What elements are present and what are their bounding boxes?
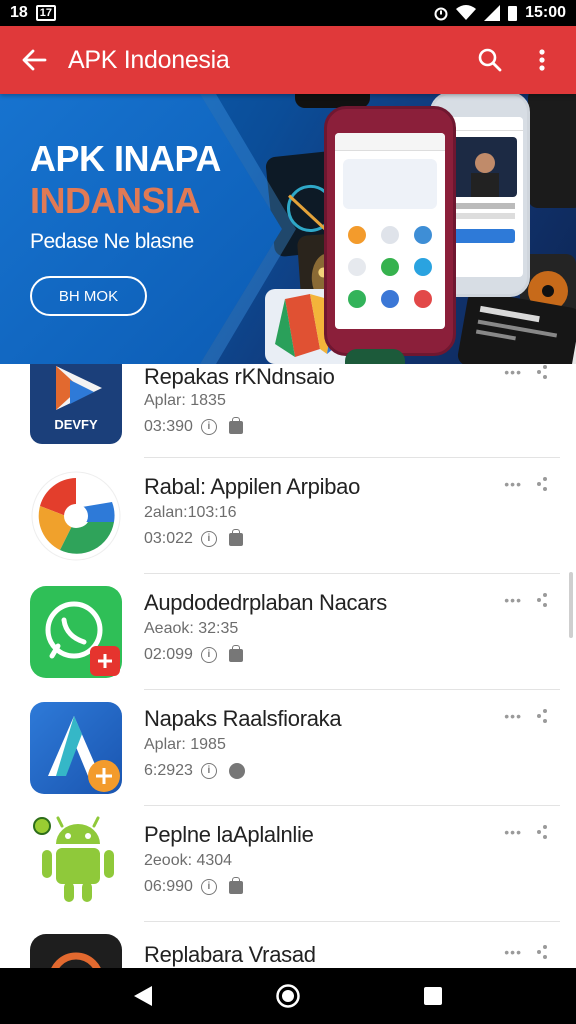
more-options-button[interactable]: [516, 26, 568, 94]
recents-square-icon: [424, 987, 443, 1005]
search-button[interactable]: [464, 26, 516, 94]
battery-icon: [508, 5, 518, 21]
row-actions[interactable]: •••: [504, 708, 548, 724]
app-row[interactable]: Replabara Vrasad •••: [0, 922, 576, 968]
share-icon[interactable]: [536, 708, 548, 724]
app-title: Repakas rKNdnsaio: [144, 364, 335, 389]
shopping-bag-icon: [228, 528, 243, 546]
share-icon[interactable]: [536, 944, 548, 960]
row-actions[interactable]: •••: [504, 592, 548, 608]
back-button[interactable]: [0, 26, 68, 94]
more-dots-icon[interactable]: •••: [504, 364, 522, 380]
share-icon[interactable]: [536, 364, 548, 380]
app-icon-label: DEVFY: [54, 417, 98, 432]
google-like-g-icon: [30, 470, 122, 562]
wifi-icon: [456, 5, 477, 21]
more-vert-icon: [539, 49, 545, 71]
banner-tile-right-top: [528, 94, 576, 208]
dark-app-icon: [30, 934, 122, 968]
page-title: APK Indonesia: [68, 45, 230, 74]
info-icon: i: [200, 763, 217, 779]
app-title: Peplne laAplalnlie: [144, 822, 314, 847]
app-subtitle: Aplar: 1835: [144, 392, 226, 409]
shopping-bag-icon: [228, 416, 243, 434]
more-dots-icon[interactable]: •••: [504, 944, 522, 960]
app-title: Napaks Raalsfioraka: [144, 706, 342, 731]
promo-banner[interactable]: APK INAPA INDANSIA Pedase Ne blasne BH M…: [0, 94, 576, 364]
info-icon: i: [200, 419, 217, 435]
more-dots-icon[interactable]: •••: [504, 476, 522, 492]
row-actions[interactable]: •••: [504, 364, 548, 380]
status-notification-badge: 17: [35, 5, 57, 21]
alarm-icon: [434, 5, 448, 21]
app-meta-value: 06:990: [144, 878, 193, 895]
app-title: Replabara Vrasad: [144, 942, 316, 967]
app-meta-value: 02:099: [144, 646, 193, 663]
nav-recents-button[interactable]: [413, 976, 453, 1016]
app-subtitle: Aeaok: 32:35: [144, 620, 239, 637]
coin-icon: [228, 763, 245, 779]
app-row[interactable]: Rabal: Appilen Arpibao 2alan:103:16 03:0…: [0, 458, 576, 574]
android-robot-icon: [30, 814, 122, 906]
app-title: Aupdodedrplaban Nacars: [144, 590, 387, 615]
app-row[interactable]: Aupdodedrplaban Nacars Aeaok: 32:35 02:0…: [0, 574, 576, 690]
back-arrow-icon: [22, 49, 47, 71]
whatsapp-like-icon: [30, 586, 122, 678]
share-icon[interactable]: [536, 476, 548, 492]
more-dots-icon[interactable]: •••: [504, 824, 522, 840]
back-triangle-icon: [133, 986, 152, 1006]
app-meta-value: 6:2923: [144, 762, 193, 779]
more-dots-icon[interactable]: •••: [504, 708, 522, 724]
app-meta-value: 03:022: [144, 530, 193, 547]
app-meta: 06:990 i: [144, 876, 243, 896]
android-studio-like-icon: [30, 702, 122, 794]
app-meta-value: 03:390: [144, 418, 193, 435]
search-icon: [478, 48, 502, 72]
app-meta: 03:390 i: [144, 416, 243, 436]
more-dots-icon[interactable]: •••: [504, 592, 522, 608]
app-meta: 6:2923 i: [144, 762, 245, 780]
banner-cta-button[interactable]: BH MOK: [30, 276, 147, 316]
info-icon: i: [200, 647, 217, 663]
app-row[interactable]: Peplne laAplalnlie 2eook: 4304 06:990 i …: [0, 806, 576, 922]
banner-phone-front: [324, 106, 456, 356]
app-row[interactable]: Napaks Raalsfioraka Aplar: 1985 6:2923 i…: [0, 690, 576, 806]
info-icon: i: [200, 879, 217, 895]
app-subtitle: 2alan:103:16: [144, 504, 237, 521]
app-subtitle: Aplar: 1985: [144, 736, 226, 753]
row-actions[interactable]: •••: [504, 476, 548, 492]
nav-home-button[interactable]: [268, 976, 308, 1016]
banner-phone-green: [345, 349, 405, 364]
system-nav-bar: [0, 968, 576, 1024]
banner-headline-2: INDANSIA: [30, 180, 201, 221]
share-icon[interactable]: [536, 824, 548, 840]
row-actions[interactable]: •••: [504, 824, 548, 840]
nav-back-button[interactable]: [123, 976, 163, 1016]
status-left-text: 18: [10, 4, 28, 21]
app-row[interactable]: DEVFY Repakas rKNdnsaio Aplar: 1835 03:3…: [0, 364, 576, 458]
home-circle-icon: [276, 984, 300, 1008]
play-store-like-icon: DEVFY: [30, 364, 122, 444]
app-list: DEVFY Repakas rKNdnsaio Aplar: 1835 03:3…: [0, 364, 576, 968]
banner-headline-1: APK INAPA: [30, 138, 221, 179]
shopping-bag-icon: [228, 644, 243, 662]
shopping-bag-icon: [228, 876, 243, 894]
row-actions[interactable]: •••: [504, 944, 548, 960]
status-bar: 18 17 15:00: [0, 0, 576, 26]
banner-subtitle: Pedase Ne blasne: [30, 230, 194, 253]
scrollbar[interactable]: [569, 572, 573, 638]
signal-icon: [484, 5, 501, 21]
share-icon[interactable]: [536, 592, 548, 608]
app-meta: 03:022 i: [144, 528, 243, 548]
app-subtitle: 2eook: 4304: [144, 852, 233, 869]
app-title: Rabal: Appilen Arpibao: [144, 474, 361, 499]
status-time: 15:00: [525, 4, 566, 21]
app-bar: APK Indonesia: [0, 26, 576, 94]
info-icon: i: [200, 531, 217, 547]
app-meta: 02:099 i: [144, 644, 243, 664]
